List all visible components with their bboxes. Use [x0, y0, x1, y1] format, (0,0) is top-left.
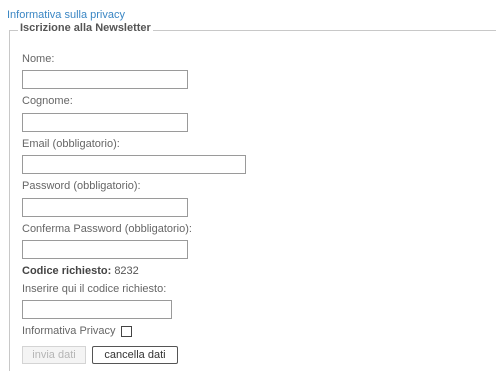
code-input-label: Inserire qui il codice richiesto:	[22, 283, 167, 295]
fieldset-legend: Iscrizione alla Newsletter	[18, 22, 153, 34]
code-input[interactable]	[22, 300, 172, 319]
required-code-value: 8232	[114, 265, 139, 277]
privacy-policy-link[interactable]: Informativa sulla privacy	[7, 9, 125, 21]
required-code-key: Codice richiesto:	[22, 265, 112, 277]
privacy-consent-row: Informativa Privacy	[22, 325, 132, 337]
send-data-button[interactable]: invia dati	[22, 346, 86, 364]
password-input[interactable]	[22, 198, 188, 217]
cognome-input[interactable]	[22, 113, 188, 132]
clear-data-button[interactable]: cancella dati	[92, 346, 178, 364]
password-label: Password (obbligatorio):	[22, 180, 141, 192]
privacy-checkbox[interactable]	[120, 325, 132, 337]
nome-input[interactable]	[22, 70, 188, 89]
confirm-password-input[interactable]	[22, 240, 188, 259]
confirm-password-label: Conferma Password (obbligatorio):	[22, 223, 192, 235]
email-label: Email (obbligatorio):	[22, 138, 120, 150]
privacy-checkbox-label: Informativa Privacy	[22, 325, 116, 337]
nome-label: Nome:	[22, 53, 55, 65]
cognome-label: Cognome:	[22, 95, 73, 107]
email-input[interactable]	[22, 155, 246, 174]
required-code-row: Codice richiesto: 8232	[22, 265, 139, 277]
